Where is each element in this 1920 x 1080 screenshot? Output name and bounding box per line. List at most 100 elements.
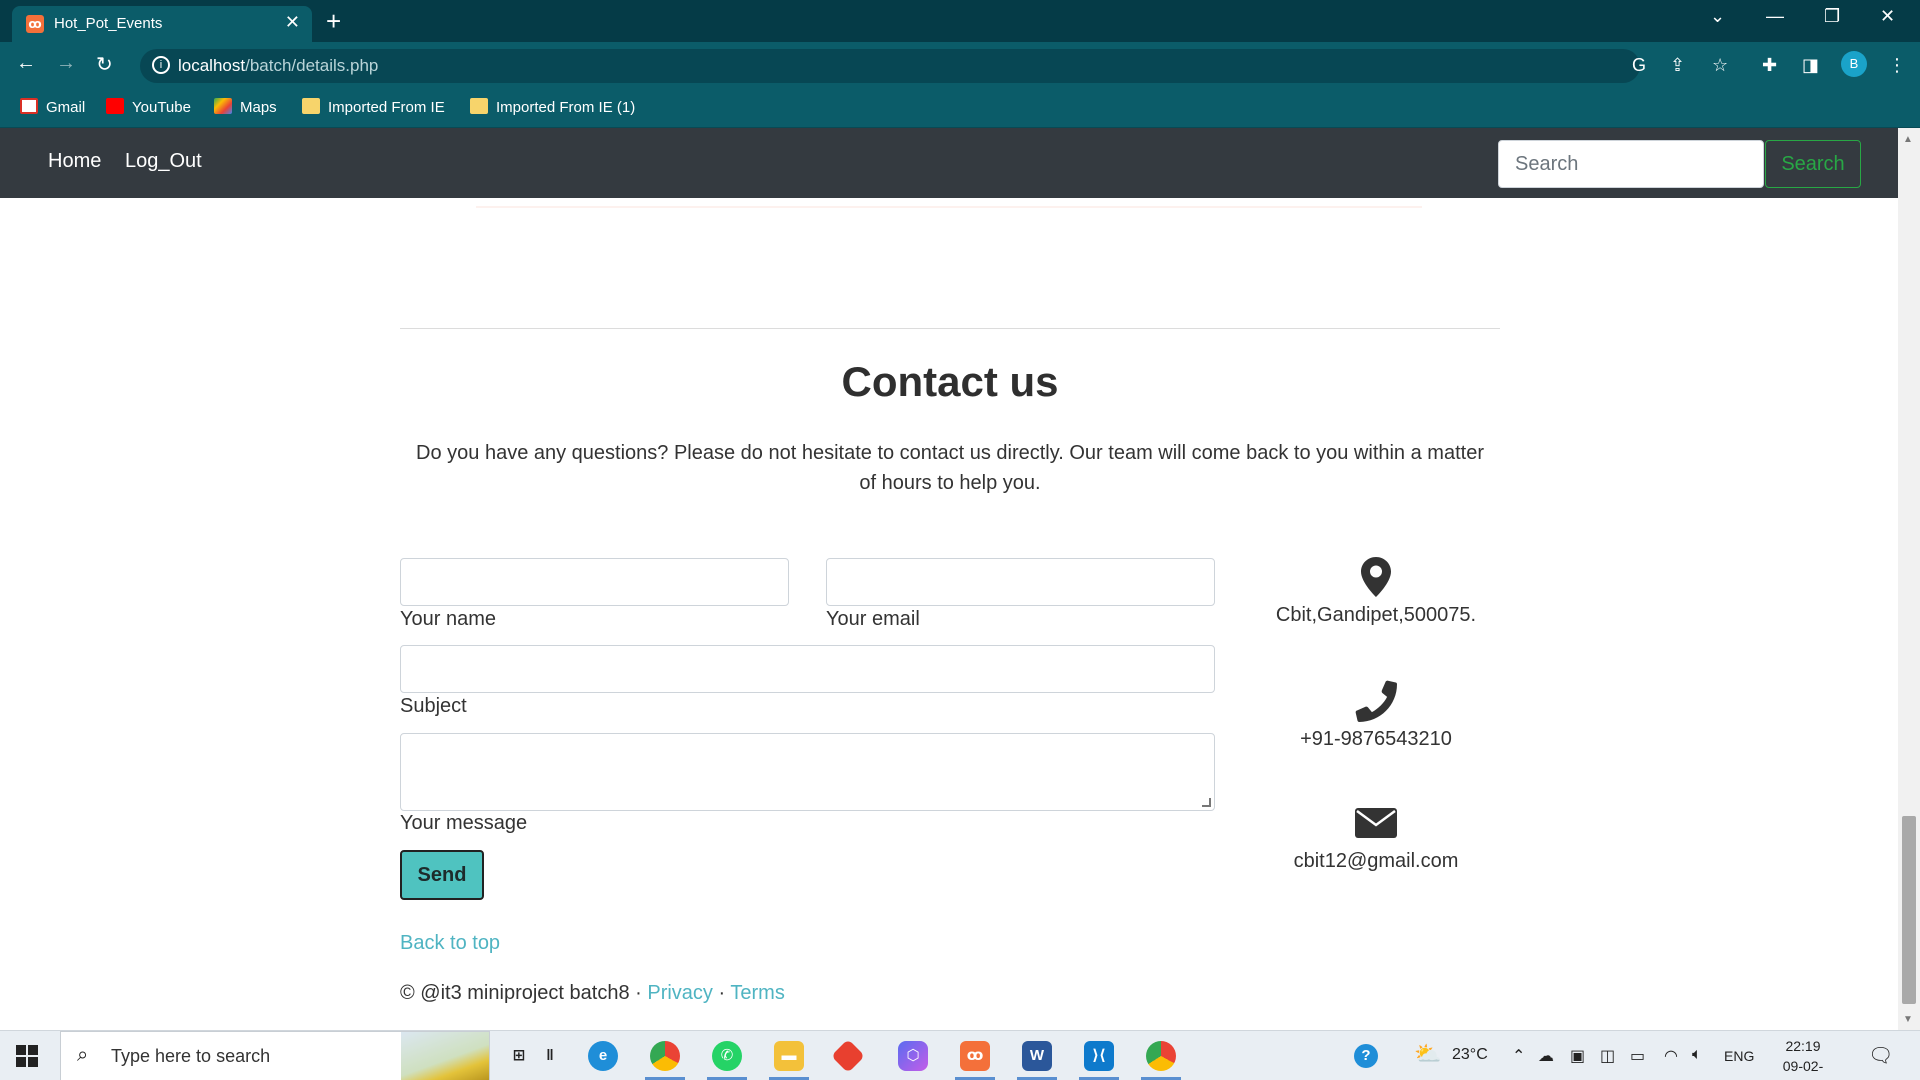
google-icon[interactable]: G xyxy=(1632,55,1646,76)
vscode-icon[interactable]: ⟩⟨ xyxy=(1084,1041,1114,1071)
temperature-text[interactable]: 23°C xyxy=(1452,1046,1488,1064)
clock[interactable]: 22:19 09-02-2023 xyxy=(1770,1036,1836,1080)
gmail-icon xyxy=(20,98,38,114)
resize-handle-icon[interactable] xyxy=(1202,798,1211,807)
volume-icon[interactable]: 🔈︎ xyxy=(1692,1046,1702,1064)
youtube-icon xyxy=(106,98,124,114)
browser-tab[interactable]: ꝏ Hot_Pot_Events ✕ xyxy=(12,6,312,42)
site-navbar: Home Log_Out Search Search xyxy=(0,128,1898,198)
help-icon[interactable]: ? xyxy=(1354,1044,1378,1068)
tray-app-icon[interactable]: ▣ xyxy=(1570,1046,1585,1066)
contact-intro-text: Do you have any questions? Please do not… xyxy=(416,442,1484,494)
bookmark-youtube[interactable]: YouTube xyxy=(106,98,191,116)
message-label: Your message xyxy=(400,812,528,834)
word-icon[interactable]: W xyxy=(1022,1041,1052,1071)
taskbar-search-placeholder: Type here to search xyxy=(111,1046,271,1066)
tab-title: Hot_Pot_Events xyxy=(54,15,163,32)
bookmark-imported-ie[interactable]: Imported From IE xyxy=(302,98,445,116)
menu-kebab-icon[interactable]: ⋮ xyxy=(1888,55,1906,76)
bookmark-gmail[interactable]: Gmail xyxy=(20,98,85,116)
bookmark-star-icon[interactable]: ☆ xyxy=(1712,55,1728,76)
folder-icon xyxy=(470,98,488,114)
close-tab-icon[interactable]: ✕ xyxy=(285,12,300,33)
folder-icon xyxy=(302,98,320,114)
file-explorer-icon[interactable]: ▬ xyxy=(774,1041,804,1071)
scroll-up-arrow-icon[interactable]: ▲ xyxy=(1903,134,1913,145)
name-input[interactable] xyxy=(400,558,789,606)
terms-link[interactable]: Terms xyxy=(730,982,784,1004)
browser-toolbar: ← → ↻ i localhost/batch/details.php G ⇪ … xyxy=(0,42,1920,88)
weather-icon[interactable]: ⛅ xyxy=(1414,1041,1441,1067)
reload-icon[interactable]: ↻ xyxy=(96,52,113,77)
whatsapp-icon[interactable]: ✆ xyxy=(712,1041,742,1071)
message-textarea[interactable] xyxy=(400,733,1215,811)
edge-icon[interactable]: e xyxy=(588,1041,618,1071)
envelope-icon xyxy=(1351,808,1401,852)
taskbar-search-box[interactable]: ⌕ Type here to search xyxy=(60,1031,490,1080)
language-indicator[interactable]: ENG xyxy=(1724,1048,1754,1064)
windows-taskbar: ⌕ Type here to search ⊞ ‖ e ✆ ▬ ⬡ ꝏ W ⟩⟨… xyxy=(0,1030,1920,1080)
back-arrow-icon[interactable]: ← xyxy=(16,52,36,75)
show-hidden-icons-chevron-icon[interactable]: ⌃ xyxy=(1512,1046,1525,1066)
battery-icon[interactable]: ▭ xyxy=(1630,1046,1645,1066)
share-icon[interactable]: ⇪ xyxy=(1670,55,1685,76)
scrollbar-thumb[interactable] xyxy=(1902,816,1916,1004)
close-window-icon[interactable]: ✕ xyxy=(1880,6,1895,27)
restore-icon[interactable]: ❐ xyxy=(1824,6,1840,27)
tray-meet-icon[interactable]: ◫ xyxy=(1600,1046,1615,1066)
contact-heading: Contact us xyxy=(841,358,1059,405)
map-marker-icon xyxy=(1351,556,1401,600)
clock-date: 09-02-2023 xyxy=(1782,1058,1824,1080)
email-text: cbit12@gmail.com xyxy=(1293,850,1459,872)
notification-icon[interactable]: 🗨︎ xyxy=(1868,1043,1893,1068)
extensions-icon[interactable]: ✚ xyxy=(1762,55,1777,76)
url-text: localhost/batch/details.php xyxy=(178,56,379,75)
nav-logout-link[interactable]: Log_Out xyxy=(125,150,202,173)
name-label: Your name xyxy=(400,608,496,630)
navbar-search-input[interactable]: Search xyxy=(1498,140,1764,188)
side-panel-icon[interactable]: ◨ xyxy=(1802,55,1819,76)
xampp-icon[interactable]: ꝏ xyxy=(960,1041,990,1071)
bookmarks-bar: Gmail YouTube Maps Imported From IE Impo… xyxy=(0,88,1920,128)
app-diamond-icon[interactable] xyxy=(831,1039,865,1073)
email-input[interactable] xyxy=(826,558,1215,606)
bookmark-maps[interactable]: Maps xyxy=(214,98,277,116)
xampp-favicon-icon: ꝏ xyxy=(26,15,44,33)
subject-input[interactable] xyxy=(400,645,1215,693)
email-label: Your email xyxy=(826,608,920,630)
forward-arrow-icon[interactable]: → xyxy=(56,52,76,75)
phone-text: +91-9876543210 xyxy=(1300,728,1452,750)
new-tab-icon[interactable]: + xyxy=(326,6,341,37)
footer-separator: · xyxy=(718,982,726,1004)
nav-home-link[interactable]: Home xyxy=(48,150,101,173)
clock-time: 22:19 xyxy=(1785,1038,1821,1054)
widgets-divider-icon: ‖ xyxy=(546,1047,554,1064)
chrome-icon[interactable] xyxy=(650,1041,680,1071)
maps-icon xyxy=(214,98,232,114)
search-icon: ⌕ xyxy=(77,1044,89,1066)
site-info-icon[interactable]: i xyxy=(152,56,170,74)
navbar-search-button[interactable]: Search xyxy=(1765,140,1861,188)
address-text: Cbit,Gandipet,500075. xyxy=(1275,604,1477,626)
tab-search-chevron-icon[interactable]: ⌄ xyxy=(1710,6,1725,27)
chrome-profile-icon[interactable] xyxy=(1146,1041,1176,1071)
subject-label: Subject xyxy=(400,695,467,717)
minimize-icon[interactable]: — xyxy=(1766,6,1784,27)
task-view-icon[interactable]: ⊞ xyxy=(504,1041,534,1071)
onedrive-icon[interactable]: ☁ xyxy=(1538,1046,1554,1066)
scroll-down-arrow-icon[interactable]: ▼ xyxy=(1903,1014,1913,1025)
search-highlight-image xyxy=(401,1032,489,1080)
back-to-top-link[interactable]: Back to top xyxy=(400,932,500,955)
copilot-hex-icon[interactable]: ⬡ xyxy=(898,1041,928,1071)
privacy-link[interactable]: Privacy xyxy=(647,982,713,1004)
bookmark-imported-ie-1[interactable]: Imported From IE (1) xyxy=(470,98,635,116)
address-bar[interactable]: i localhost/batch/details.php xyxy=(140,49,1640,83)
section-divider-faint xyxy=(476,206,1422,208)
send-button[interactable]: Send xyxy=(400,850,484,900)
footer: © @it3 miniproject batch8 · Privacy · Te… xyxy=(400,982,785,1005)
wifi-icon[interactable]: ◠ xyxy=(1664,1046,1678,1066)
copyright-text: © @it3 miniproject batch8 · xyxy=(400,982,642,1004)
windows-start-icon[interactable] xyxy=(16,1045,38,1067)
browser-tab-bar: ꝏ Hot_Pot_Events ✕ + ⌄ — ❐ ✕ xyxy=(0,0,1920,42)
profile-avatar[interactable]: B xyxy=(1841,51,1867,77)
